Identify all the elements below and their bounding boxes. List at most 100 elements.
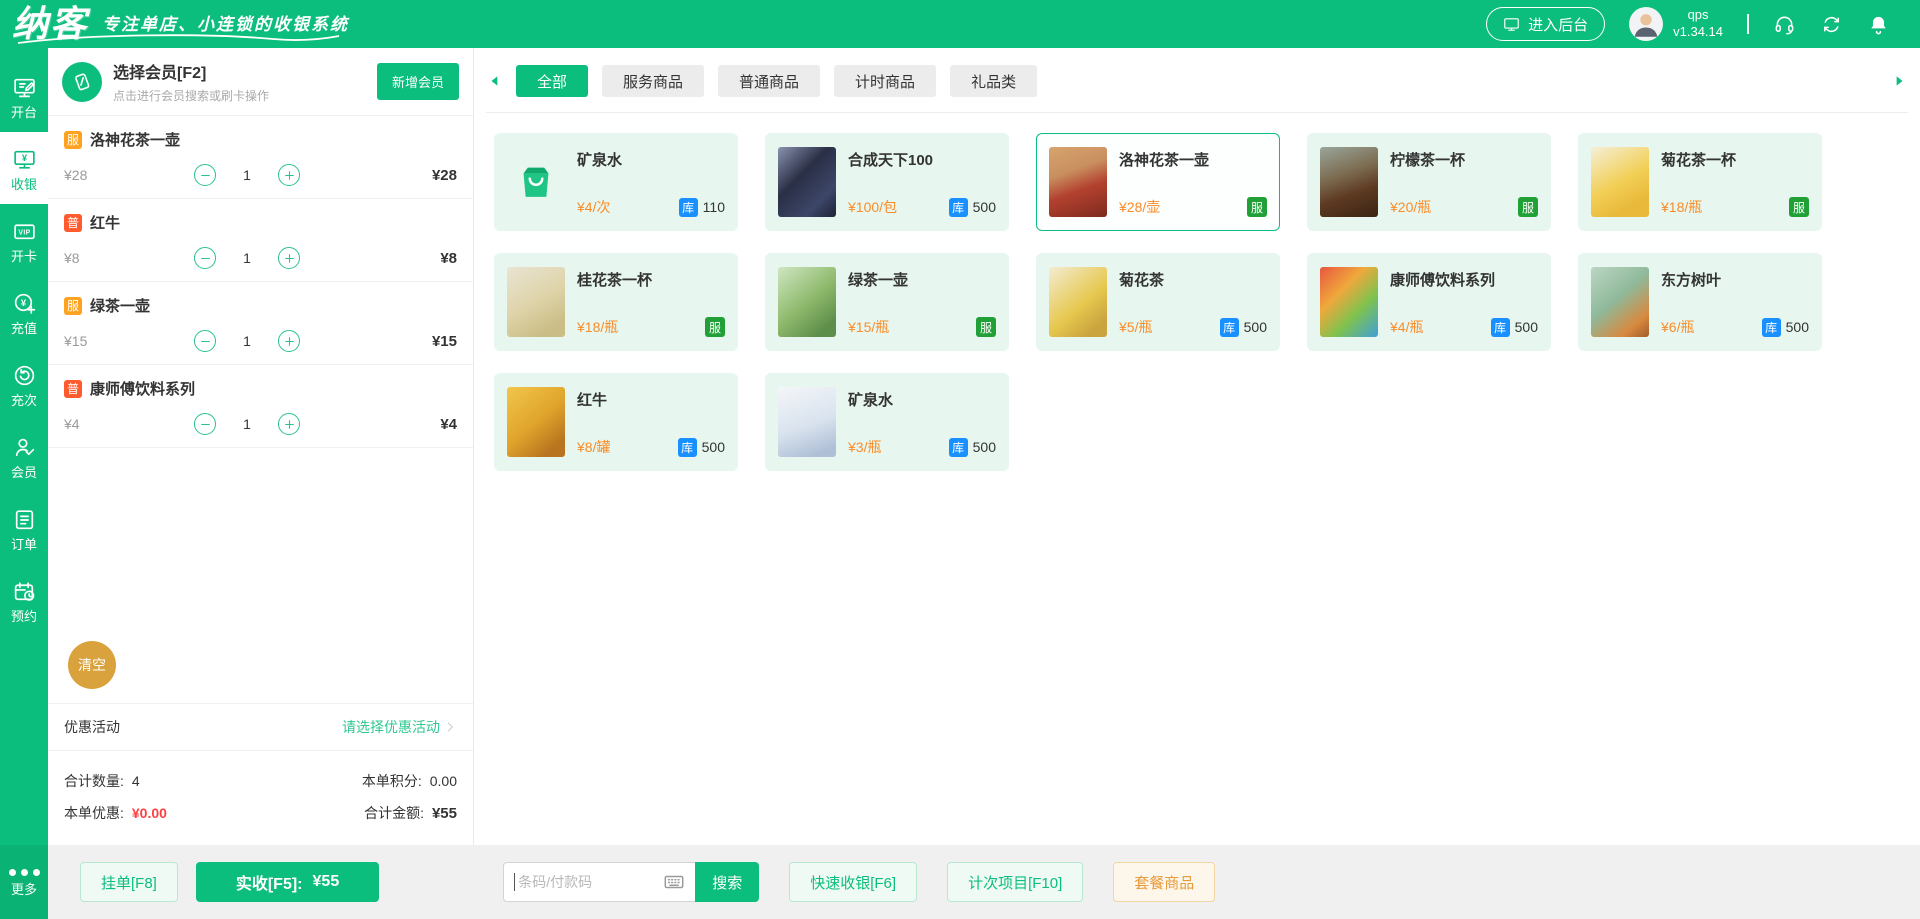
- count-item-button[interactable]: 计次项目[F10]: [947, 862, 1083, 902]
- product-card[interactable]: 菊花茶 ¥5/瓶 库 500: [1036, 253, 1280, 351]
- more-dots-icon: [9, 869, 40, 876]
- search-button[interactable]: 搜索: [695, 862, 759, 902]
- pay-button[interactable]: 实收[F5]: ¥55: [196, 862, 379, 902]
- product-card[interactable]: 桂花茶一杯 ¥18/瓶 服: [494, 253, 738, 351]
- product-card[interactable]: 东方树叶 ¥6/瓶 库 500: [1578, 253, 1822, 351]
- sidebar-item[interactable]: 订单: [0, 492, 48, 564]
- sidebar-item-label: 收银: [11, 178, 37, 191]
- item-type-badge: 普: [64, 380, 82, 398]
- product-card[interactable]: 合成天下100 ¥100/包 库 500: [765, 133, 1009, 231]
- product-name: 矿泉水: [577, 149, 725, 170]
- sidebar-item[interactable]: 开卡: [0, 204, 48, 276]
- sidebar-item-label: 预约: [11, 610, 37, 623]
- prev-categories-arrow[interactable]: [488, 74, 502, 88]
- product-price: ¥28/壶: [1119, 197, 1160, 217]
- select-member-bar[interactable]: 选择会员[F2] 点击进行会员搜索或刷卡操作 新增会员: [48, 48, 473, 116]
- user-account[interactable]: qps v1.34.14: [1629, 7, 1723, 41]
- discount-value: ¥0.00: [132, 805, 167, 821]
- sidebar-item[interactable]: 充值: [0, 276, 48, 348]
- stock-count: 500: [1786, 319, 1809, 335]
- cart-totals: 合计数量:4 本单积分:0.00 本单优惠:¥0.00 合计金额:¥55: [48, 751, 473, 845]
- product-card[interactable]: 康师傅饮料系列 ¥4/瓶 库 500: [1307, 253, 1551, 351]
- notification-bell-icon[interactable]: [1867, 13, 1890, 36]
- category-tab[interactable]: 计时商品: [834, 65, 936, 97]
- decrease-qty-button[interactable]: [194, 247, 216, 269]
- category-tab[interactable]: 礼品类: [950, 65, 1037, 97]
- stock-badge: 库: [949, 198, 968, 217]
- stock-info: 库 500: [949, 438, 996, 457]
- product-name: 洛神花茶一壶: [1119, 149, 1267, 170]
- stock-count: 500: [1515, 319, 1538, 335]
- avatar: [1629, 7, 1663, 41]
- sidebar-item-more[interactable]: 更多: [0, 845, 48, 919]
- increase-qty-button[interactable]: [278, 413, 300, 435]
- sidebar-item-label: 充次: [11, 394, 37, 407]
- hold-order-button[interactable]: 挂单[F8]: [80, 862, 178, 902]
- increase-qty-button[interactable]: [278, 330, 300, 352]
- barcode-input[interactable]: 条码/付款码: [503, 862, 695, 902]
- product-name: 菊花茶: [1119, 269, 1267, 290]
- order-list-icon: [12, 507, 37, 532]
- cart-item-qty: 1: [241, 250, 253, 266]
- minus-icon: [199, 169, 212, 182]
- customer-service-icon[interactable]: [1773, 13, 1796, 36]
- increase-qty-button[interactable]: [278, 247, 300, 269]
- decrease-qty-button[interactable]: [194, 164, 216, 186]
- sidebar-item-label: 开卡: [11, 250, 37, 263]
- brand: 纳客 专注单店、小连锁的收银系统: [12, 0, 349, 48]
- cart-item-unit-price: ¥15: [64, 333, 172, 349]
- cart-item: 服 洛神花茶一壶 ¥28 1 ¥28: [48, 116, 473, 199]
- sidebar-item-label: 订单: [11, 538, 37, 551]
- product-name: 红牛: [577, 389, 725, 410]
- category-tab[interactable]: 普通商品: [718, 65, 820, 97]
- stock-info: 库 500: [1220, 318, 1267, 337]
- product-card[interactable]: 洛神花茶一壶 ¥28/壶 服: [1036, 133, 1280, 231]
- increase-qty-button[interactable]: [278, 164, 300, 186]
- stock-info: 库 500: [1491, 318, 1538, 337]
- add-member-button[interactable]: 新增会员: [377, 63, 459, 100]
- stock-badge: 库: [949, 438, 968, 457]
- decrease-qty-button[interactable]: [194, 413, 216, 435]
- product-card[interactable]: 菊花茶一杯 ¥18/瓶 服: [1578, 133, 1822, 231]
- select-promo-link[interactable]: 请选择优惠活动: [342, 717, 457, 737]
- category-tab[interactable]: 服务商品: [602, 65, 704, 97]
- product-card[interactable]: 红牛 ¥8/罐 库 500: [494, 373, 738, 471]
- decrease-qty-button[interactable]: [194, 330, 216, 352]
- sidebar-item[interactable]: 开台: [0, 60, 48, 132]
- product-card[interactable]: 绿茶一壶 ¥15/瓶 服: [765, 253, 1009, 351]
- vip-card-icon: [12, 219, 37, 244]
- enter-backend-button[interactable]: 进入后台: [1486, 7, 1605, 41]
- cart-item-name: 洛神花茶一壶: [90, 129, 180, 150]
- sync-icon[interactable]: [1820, 13, 1843, 36]
- clear-cart-button[interactable]: 清空: [68, 641, 116, 689]
- sidebar-item[interactable]: 收银: [0, 132, 48, 204]
- product-card[interactable]: 矿泉水 ¥4/次 库 110: [494, 133, 738, 231]
- sidebar-item-label: 充值: [11, 322, 37, 335]
- quick-cash-button[interactable]: 快速收银[F6]: [789, 862, 917, 902]
- product-image: [778, 387, 836, 457]
- select-member-title: 选择会员[F2]: [113, 59, 366, 83]
- monitor-icon: [1503, 16, 1520, 33]
- product-price: ¥8/罐: [577, 437, 610, 457]
- combo-product-button[interactable]: 套餐商品: [1113, 862, 1215, 902]
- points-value: 0.00: [430, 773, 457, 789]
- item-type-badge: 服: [64, 297, 82, 315]
- category-tabs-bar: 全部 服务商品 普通商品 计时商品 礼品类: [486, 48, 1908, 113]
- stock-badge: 库: [1491, 318, 1510, 337]
- tagline-underline-swoosh: [14, 32, 344, 46]
- sidebar-item[interactable]: 预约: [0, 564, 48, 636]
- sidebar-item[interactable]: 会员: [0, 420, 48, 492]
- product-card[interactable]: 矿泉水 ¥3/瓶 库 500: [765, 373, 1009, 471]
- header-actions: 进入后台 qps v1.34.14: [1486, 7, 1890, 41]
- stock-count: 500: [702, 439, 725, 455]
- service-badge: 服: [1518, 197, 1538, 217]
- category-tab[interactable]: 全部: [516, 65, 588, 97]
- keyboard-icon[interactable]: [663, 871, 685, 893]
- stock-badge: 库: [1762, 318, 1781, 337]
- product-name: 东方树叶: [1661, 269, 1809, 290]
- product-card[interactable]: 柠檬茶一杯 ¥20/瓶 服: [1307, 133, 1551, 231]
- service-badge: 服: [705, 317, 725, 337]
- cart-item-total: ¥4: [440, 416, 457, 433]
- next-categories-arrow[interactable]: [1892, 74, 1906, 88]
- sidebar-item[interactable]: 充次: [0, 348, 48, 420]
